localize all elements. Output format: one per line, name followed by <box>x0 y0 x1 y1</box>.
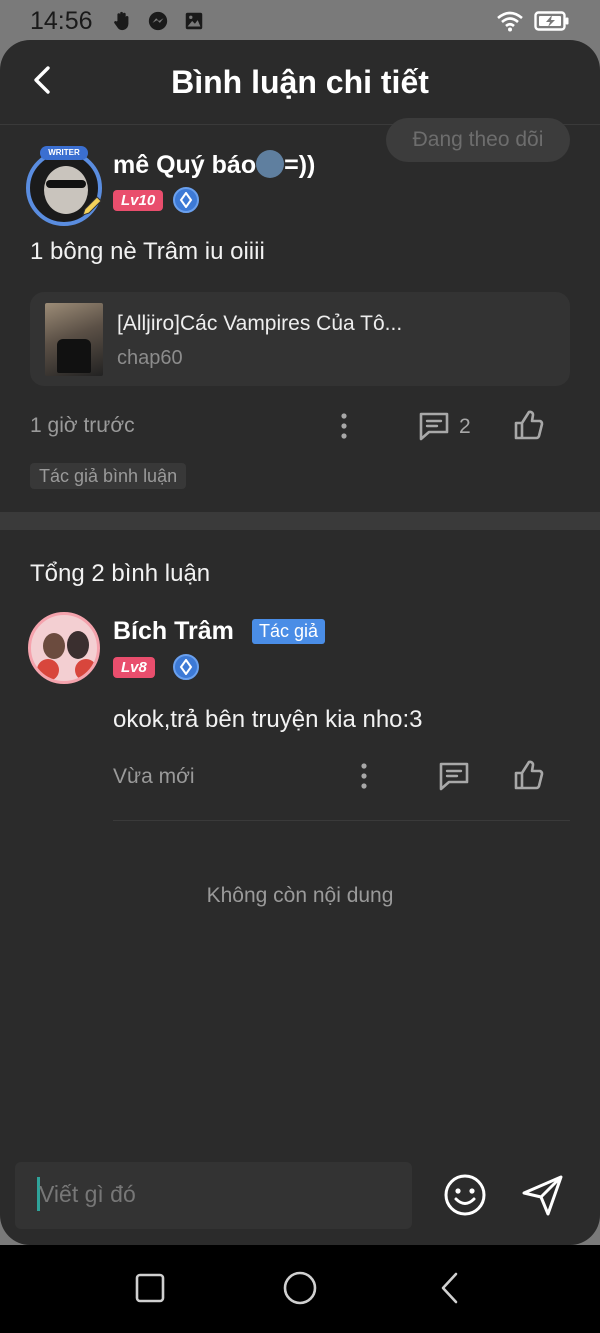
pencil-icon <box>82 196 102 216</box>
user-name-suffix: =)) <box>284 151 316 179</box>
reply-time: Vừa mới <box>113 765 195 788</box>
reply-verified-badge-icon <box>173 654 199 680</box>
story-thumbnail <box>45 303 103 376</box>
writer-frame-badge: WRITER <box>40 146 88 160</box>
input-placeholder: Viết gì đó <box>39 1181 136 1207</box>
reply-avatar[interactable] <box>28 612 100 684</box>
more-icon[interactable] <box>333 412 355 440</box>
like-icon[interactable] <box>512 408 546 442</box>
reply-divider <box>113 820 570 821</box>
level-badge: Lv10 <box>113 190 164 211</box>
reply-reply-icon[interactable] <box>437 760 471 792</box>
messenger-icon <box>148 11 167 31</box>
comment-time: 1 giờ trước <box>30 414 135 437</box>
user-name[interactable]: mê Quý báo =)) <box>113 150 315 180</box>
no-more-content: Không còn nội dung <box>206 884 394 907</box>
reply-more-icon[interactable] <box>353 762 375 790</box>
story-title: [Alljiro]Các Vampires Của Tô... <box>117 312 403 335</box>
status-icons-left <box>111 10 205 32</box>
home-icon[interactable] <box>282 1270 318 1306</box>
wifi-icon <box>497 11 523 32</box>
author-label: Tác giả <box>252 619 326 644</box>
image-icon <box>185 12 202 30</box>
status-time: 14:56 <box>30 6 93 35</box>
emoji-icon[interactable] <box>442 1172 488 1218</box>
status-icons-right <box>496 10 570 32</box>
battery-charging-icon <box>534 11 569 31</box>
status-bar: 14:56 <box>0 0 600 42</box>
total-comments: Tổng 2 bình luận <box>30 560 211 587</box>
send-icon[interactable] <box>520 1172 566 1218</box>
navigation-bar <box>0 1245 600 1333</box>
story-chapter: chap60 <box>117 347 183 369</box>
follow-button[interactable]: Đang theo dõi <box>386 118 570 162</box>
verified-badge-icon <box>173 187 199 213</box>
reply-count: 2 <box>459 415 471 438</box>
hand-icon <box>113 11 128 31</box>
section-separator <box>0 512 600 530</box>
back-nav-icon[interactable] <box>436 1271 464 1305</box>
author-comment-tag: Tác giả bình luận <box>30 463 187 489</box>
reply-like-icon[interactable] <box>512 758 546 792</box>
page-title: Bình luận chi tiết <box>171 63 429 100</box>
reply-level-badge: Lv8 <box>113 657 155 678</box>
reply-user-name[interactable]: Bích Trâm <box>113 617 234 646</box>
avatar-glasses <box>46 180 86 188</box>
recents-icon[interactable] <box>134 1272 166 1304</box>
comment-input[interactable]: Viết gì đó <box>15 1162 412 1229</box>
comment-text: 1 bông nè Trâm iu oiiii <box>30 238 265 265</box>
reply-icon[interactable] <box>417 410 451 442</box>
avatar[interactable]: WRITER <box>24 146 104 226</box>
header: Bình luận chi tiết <box>0 40 600 124</box>
back-button[interactable] <box>28 62 58 98</box>
moon-emoji-icon <box>256 150 285 178</box>
user-name-text: mê Quý báo <box>113 151 257 179</box>
story-card[interactable]: [Alljiro]Các Vampires Của Tô... chap60 <box>30 292 570 386</box>
reply-text: okok,trả bên truyện kia nho:3 <box>113 706 423 733</box>
